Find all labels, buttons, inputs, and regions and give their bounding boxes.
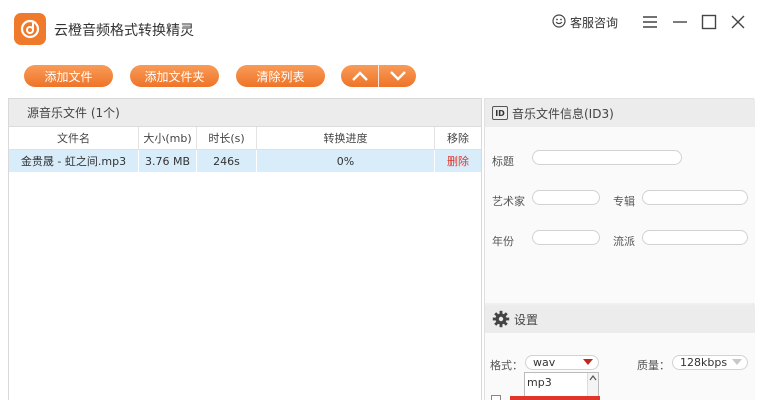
source-file-panel: 源音乐文件 (1个) 文件名 大小(mb) 时长(s) 转换进度 移除 金贵晟 … bbox=[8, 98, 482, 400]
table-header: 文件名 大小(mb) 时长(s) 转换进度 移除 bbox=[9, 127, 481, 150]
duration-cell: 246s bbox=[197, 150, 257, 172]
close-icon bbox=[731, 15, 745, 29]
move-buttons bbox=[341, 65, 416, 87]
right-panel: ID 音乐文件信息(ID3) 标题 艺术家 专辑 年份 流派 设置 格式： wa… bbox=[484, 98, 755, 400]
column-remove: 移除 bbox=[447, 132, 469, 145]
column-duration: 时长(s) bbox=[197, 127, 257, 149]
quality-label: 质量： bbox=[637, 359, 670, 372]
divider bbox=[378, 65, 379, 87]
format-value: wav bbox=[533, 356, 556, 369]
column-progress: 转换进度 bbox=[257, 127, 435, 149]
clear-list-button[interactable]: 清除列表 bbox=[236, 65, 325, 87]
quality-value: 128kbps bbox=[680, 356, 728, 369]
add-file-button[interactable]: 添加文件 bbox=[24, 65, 113, 87]
id3-section-header: ID 音乐文件信息(ID3) bbox=[485, 99, 755, 127]
add-folder-button[interactable]: 添加文件夹 bbox=[130, 65, 219, 87]
settings-section-title: 设置 bbox=[514, 312, 539, 327]
maximize-button[interactable] bbox=[699, 12, 719, 32]
scroll-up-icon bbox=[589, 375, 597, 381]
app-logo-icon bbox=[14, 13, 46, 45]
toolbar: 添加文件 添加文件夹 清除列表 bbox=[0, 55, 761, 98]
artist-label: 艺术家 bbox=[492, 195, 525, 208]
menu-button[interactable] bbox=[640, 12, 660, 32]
file-size-cell: 3.76 MB bbox=[139, 150, 197, 172]
maximize-icon bbox=[701, 14, 717, 30]
minimize-button[interactable] bbox=[670, 12, 690, 32]
caret-down-icon bbox=[583, 359, 593, 365]
format-option-mp3[interactable]: mp3 bbox=[527, 376, 552, 389]
title-bar: 云橙音频格式转换精灵 客服咨询 bbox=[0, 0, 761, 55]
close-button[interactable] bbox=[728, 12, 748, 32]
source-panel-title: 源音乐文件 (1个) bbox=[9, 99, 481, 127]
move-down-button[interactable] bbox=[379, 65, 416, 87]
gear-icon bbox=[492, 310, 510, 328]
column-filename: 文件名 bbox=[9, 127, 139, 149]
minimize-icon bbox=[673, 21, 687, 23]
move-up-button[interactable] bbox=[341, 65, 378, 87]
year-input[interactable] bbox=[532, 230, 600, 245]
app-title: 云橙音频格式转换精灵 bbox=[54, 23, 194, 39]
title-input[interactable] bbox=[532, 150, 682, 165]
chevron-up-icon bbox=[351, 71, 368, 81]
album-label: 专辑 bbox=[613, 195, 635, 208]
file-name-cell: 金贵晟 - 虹之间.mp3 bbox=[9, 150, 139, 172]
id3-section-title: 音乐文件信息(ID3) bbox=[512, 106, 614, 121]
caret-down-icon bbox=[732, 359, 742, 365]
genre-label: 流派 bbox=[613, 235, 635, 248]
genre-input[interactable] bbox=[642, 230, 748, 245]
progress-cell: 0% bbox=[257, 150, 435, 172]
column-size: 大小(mb) bbox=[139, 127, 197, 149]
table-row[interactable]: 金贵晟 - 虹之间.mp3 3.76 MB 246s 0% 删除 bbox=[9, 150, 481, 172]
artist-input[interactable] bbox=[532, 190, 600, 205]
quality-select[interactable]: 128kbps bbox=[672, 355, 748, 370]
option-checkbox[interactable] bbox=[491, 395, 501, 400]
hamburger-icon bbox=[643, 16, 657, 28]
title-label: 标题 bbox=[492, 155, 514, 168]
id3-section-body: 标题 艺术家 专辑 年份 流派 bbox=[485, 127, 755, 303]
highlighted-option-bar bbox=[510, 396, 600, 400]
delete-link[interactable]: 删除 bbox=[435, 150, 481, 172]
format-label: 格式： bbox=[490, 359, 523, 372]
id3-badge-icon: ID bbox=[492, 106, 508, 120]
support-label: 客服咨询 bbox=[570, 16, 619, 30]
year-label: 年份 bbox=[492, 235, 514, 248]
format-select[interactable]: wav bbox=[525, 355, 599, 370]
settings-section-header: 设置 bbox=[485, 305, 755, 333]
chevron-down-icon bbox=[389, 71, 406, 81]
customer-support-button[interactable]: 客服咨询 bbox=[552, 14, 618, 31]
album-input[interactable] bbox=[642, 190, 748, 205]
smiley-icon bbox=[552, 14, 566, 31]
